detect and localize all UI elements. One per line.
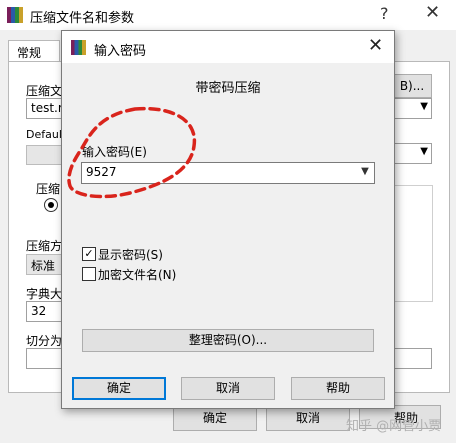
password-dialog: 输入密码 ✕ 带密码压缩 输入密码(E) 9527 ▼ ✓ 显示密码(S) 加密… — [61, 30, 395, 409]
help-button[interactable]: 帮助 — [291, 377, 385, 400]
tab-general-label: 常规 — [17, 46, 42, 60]
split-volumes-input[interactable] — [26, 348, 64, 369]
dialog-titlebar: 输入密码 ✕ — [62, 31, 394, 63]
browse-button[interactable]: B)... — [392, 74, 432, 98]
encrypt-filenames-label: 加密文件名(N) — [98, 268, 177, 282]
winrar-app-icon — [7, 7, 23, 23]
compression-method-label: 压缩方 — [26, 239, 63, 253]
compression-method-select[interactable]: 标准 — [26, 254, 64, 275]
split-unit-dropdown[interactable] — [392, 348, 432, 369]
background-titlebar: 压缩文件名和参数 ? ✕ — [0, 0, 456, 30]
radio-dot-icon — [48, 202, 54, 208]
background-window-title: 压缩文件名和参数 — [30, 11, 135, 26]
dictionary-size-select[interactable]: 32 — [26, 301, 64, 322]
dictionary-size-value: 32 — [31, 304, 47, 318]
dialog-heading: 带密码压缩 — [195, 81, 261, 96]
help-icon[interactable]: ? — [380, 4, 389, 23]
close-icon[interactable]: ✕ — [425, 2, 440, 23]
password-input[interactable]: 9527 ▼ — [81, 162, 375, 184]
watermark: 知乎 @网管小贾 — [346, 419, 442, 434]
compression-method-value: 标准 — [31, 259, 56, 273]
profiles-button[interactable] — [26, 145, 64, 165]
show-password-checkbox[interactable]: ✓ — [82, 247, 96, 261]
chevron-down-icon[interactable]: ▼ — [358, 164, 372, 180]
tab-general[interactable]: 常规 — [8, 40, 60, 63]
archive-name-dropdown[interactable]: ▼ — [392, 98, 432, 119]
encrypt-filenames-checkbox[interactable] — [82, 267, 96, 281]
chevron-down-icon: ▼ — [420, 101, 428, 112]
dictionary-size-label: 字典大 — [26, 287, 63, 301]
checkmark-icon: ✓ — [84, 247, 94, 260]
archive-name-label: 压缩文 — [26, 84, 63, 98]
close-icon[interactable]: ✕ — [368, 35, 383, 56]
chevron-down-icon: ▼ — [420, 146, 428, 157]
cancel-button[interactable]: 取消 — [181, 377, 275, 400]
dialog-title: 输入密码 — [94, 44, 147, 59]
split-volumes-label: 切分为 — [26, 334, 63, 348]
password-value: 9527 — [86, 165, 117, 179]
organize-passwords-button[interactable]: 整理密码(O)... — [82, 329, 374, 352]
show-password-label: 显示密码(S) — [98, 248, 163, 262]
format-rar-radio[interactable] — [44, 198, 58, 212]
archiving-options-group — [393, 185, 433, 302]
archive-format-label: 压缩 — [36, 182, 61, 196]
password-label: 输入密码(E) — [82, 145, 147, 159]
ok-button[interactable]: 确定 — [72, 377, 166, 400]
winrar-app-icon — [71, 40, 86, 55]
update-mode-dropdown[interactable]: ▼ — [392, 143, 432, 164]
